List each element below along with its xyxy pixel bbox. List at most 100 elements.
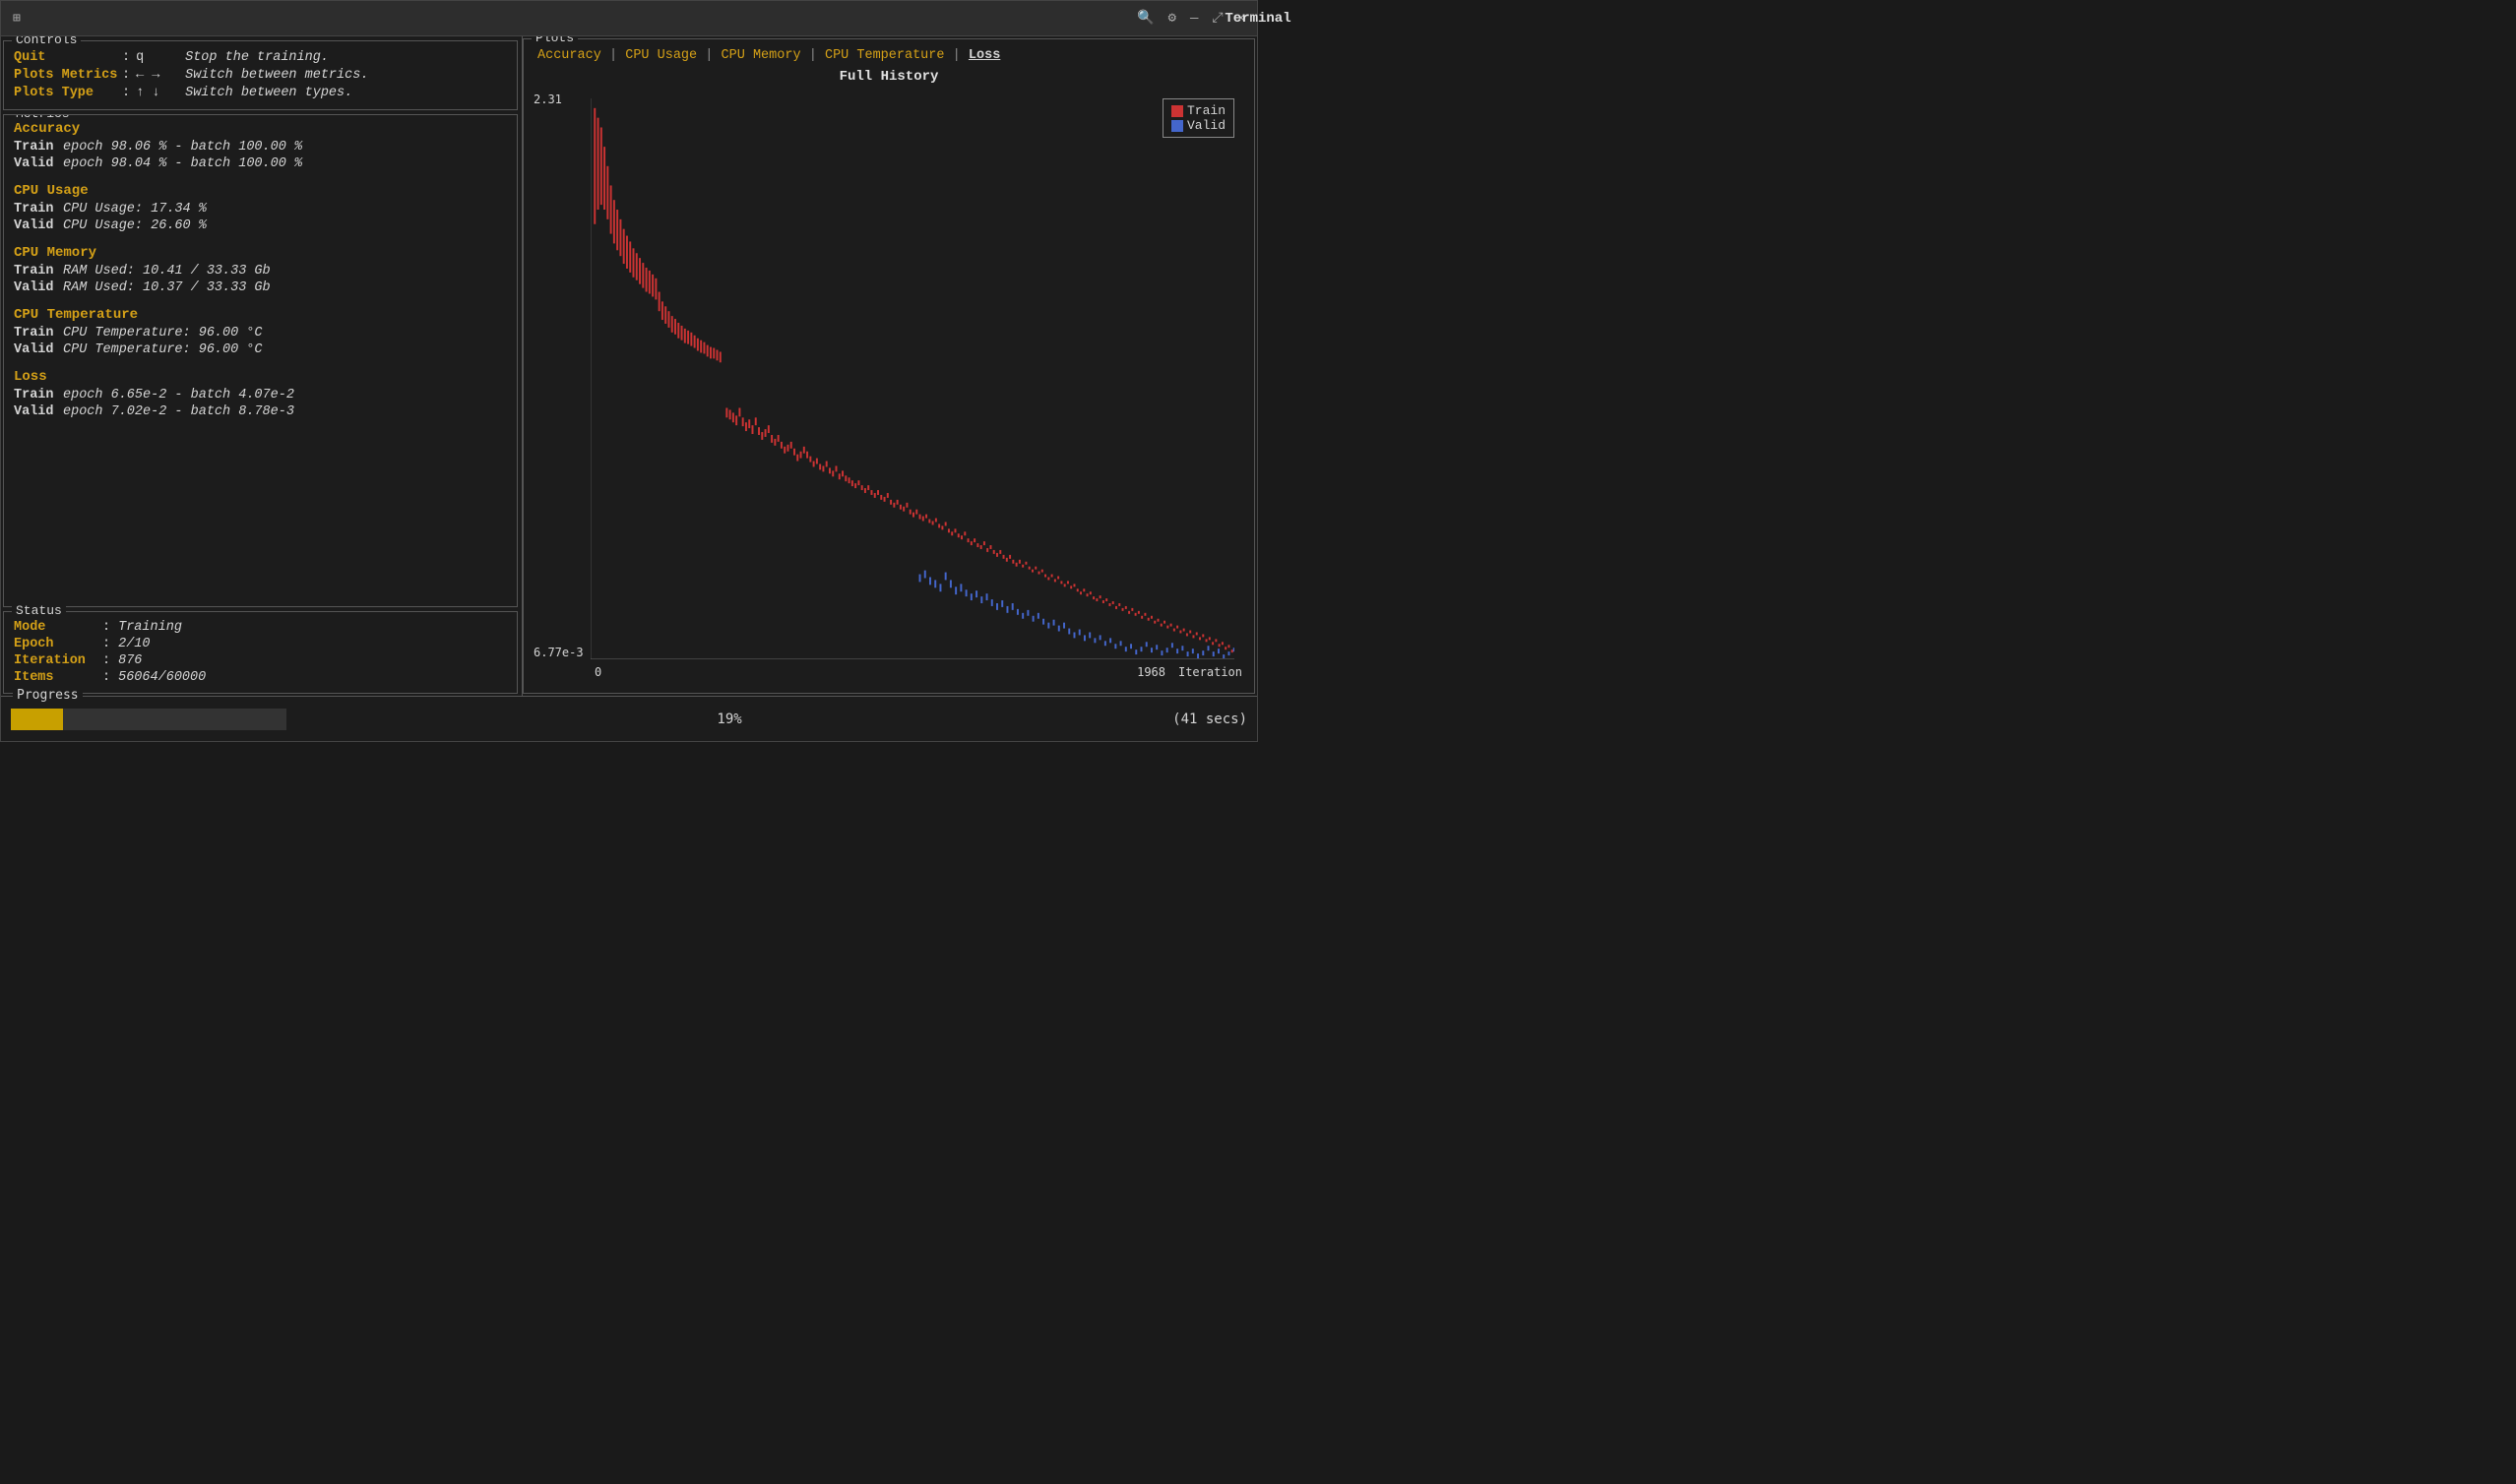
tab-cpu-memory[interactable]: CPU Memory <box>718 48 805 63</box>
loss-valid-value: epoch 7.02e-2 - batch 8.78e-3 <box>63 404 294 419</box>
metric-row-cpu-usage-train: Train CPU Usage: 17.34 % <box>14 202 507 216</box>
tab-cpu-usage[interactable]: CPU Usage <box>621 48 701 63</box>
legend-train-color <box>1171 105 1183 117</box>
status-row-epoch: Epoch : 2/10 <box>14 637 507 651</box>
legend-train-label: Train <box>1187 103 1226 118</box>
gear-icon[interactable]: ⚙ <box>1168 10 1176 27</box>
cpu-memory-train-value: RAM Used: 10.41 / 33.33 Gb <box>63 264 271 278</box>
y-axis-bottom: 6.77e-3 <box>534 646 584 659</box>
status-value-epoch: 2/10 <box>118 637 150 651</box>
x-axis-right: 1968 <box>1137 665 1165 679</box>
status-value-iteration: 876 <box>118 653 142 668</box>
metric-row-accuracy-train: Train epoch 98.06 % - batch 100.00 % <box>14 140 507 155</box>
metric-title-cpu-memory: CPU Memory <box>14 245 507 261</box>
chart-legend: Train Valid <box>1163 98 1234 138</box>
loss-chart <box>591 98 1234 659</box>
metric-row-cpu-temp-train: Train CPU Temperature: 96.00 °C <box>14 326 507 340</box>
chart-title: Full History <box>524 69 1254 85</box>
minimize-icon[interactable]: — <box>1190 11 1198 27</box>
metric-row-cpu-memory-valid: Valid RAM Used: 10.37 / 33.33 Gb <box>14 280 507 295</box>
loss-train-value: epoch 6.65e-2 - batch 4.07e-2 <box>63 388 294 402</box>
metric-group-cpu-temp: CPU Temperature Train CPU Temperature: 9… <box>14 307 507 357</box>
progress-bar-fill <box>11 709 63 730</box>
ctrl-desc-metrics: Switch between metrics. <box>185 68 368 83</box>
status-section: Status Mode : Training Epoch : 2/10 Iter… <box>3 611 518 694</box>
progress-bar-container <box>11 709 286 730</box>
cpu-temp-valid-value: CPU Temperature: 96.00 °C <box>63 342 263 357</box>
status-label: Status <box>12 603 66 618</box>
plots-box: Plots Accuracy | CPU Usage | CPU Memory … <box>523 38 1255 694</box>
metric-row-accuracy-valid: Valid epoch 98.04 % - batch 100.00 % <box>14 156 507 171</box>
ctrl-binding-type: ↑ ↓ <box>136 86 185 100</box>
ctrl-binding-quit: q <box>136 50 185 65</box>
plots-tabs: Accuracy | CPU Usage | CPU Memory | CPU … <box>524 39 1254 67</box>
accuracy-valid-value: epoch 98.04 % - batch 100.00 % <box>63 156 302 171</box>
status-row-items: Items : 56064/60000 <box>14 670 507 685</box>
metric-row-loss-valid: Valid epoch 7.02e-2 - batch 8.78e-3 <box>14 404 507 419</box>
progress-percent: 19% <box>306 711 1153 727</box>
tab-loss[interactable]: Loss <box>965 48 1004 63</box>
metric-row-cpu-usage-valid: Valid CPU Usage: 26.60 % <box>14 218 507 233</box>
progress-section: Progress 19% (41 secs) <box>1 696 1257 741</box>
cpu-temp-train-value: CPU Temperature: 96.00 °C <box>63 326 263 340</box>
controls-label: Controls <box>12 36 81 47</box>
cpu-usage-valid-value: CPU Usage: 26.60 % <box>63 218 207 233</box>
status-key-epoch: Epoch <box>14 637 102 651</box>
control-row-quit: Quit : q Stop the training. <box>14 50 507 65</box>
ctrl-key-quit: Quit <box>14 50 122 65</box>
metric-group-cpu-memory: CPU Memory Train RAM Used: 10.41 / 33.33… <box>14 245 507 295</box>
y-axis-top: 2.31 <box>534 93 562 106</box>
search-icon[interactable]: 🔍 <box>1137 10 1154 27</box>
metric-row-cpu-temp-valid: Valid CPU Temperature: 96.00 °C <box>14 342 507 357</box>
main-content: Controls Quit : q Stop the training. Plo… <box>1 36 1257 696</box>
metric-title-cpu-temp: CPU Temperature <box>14 307 507 323</box>
right-panel: Plots Accuracy | CPU Usage | CPU Memory … <box>523 36 1257 696</box>
tab-accuracy[interactable]: Accuracy <box>534 48 605 63</box>
legend-train: Train <box>1171 103 1226 118</box>
progress-time: (41 secs) <box>1172 711 1247 727</box>
legend-valid-label: Valid <box>1187 118 1226 133</box>
cpu-usage-train-value: CPU Usage: 17.34 % <box>63 202 207 216</box>
status-key-mode: Mode <box>14 620 102 635</box>
metric-row-cpu-memory-train: Train RAM Used: 10.41 / 33.33 Gb <box>14 264 507 278</box>
titlebar: ⊞ Terminal 🔍 ⚙ — ⤢ ✕ <box>1 1 1257 36</box>
legend-valid: Valid <box>1171 118 1226 133</box>
status-value-mode: Training <box>118 620 182 635</box>
chart-container: 2.31 6.77e-3 0 1968 Iteration <box>534 89 1244 683</box>
ctrl-desc-quit: Stop the training. <box>185 50 329 65</box>
control-row-type: Plots Type : ↑ ↓ Switch between types. <box>14 86 507 100</box>
accuracy-train-value: epoch 98.06 % - batch 100.00 % <box>63 140 302 155</box>
ctrl-desc-type: Switch between types. <box>185 86 352 100</box>
x-axis-iter-label: Iteration <box>1178 665 1242 679</box>
ctrl-key-type: Plots Type <box>14 86 122 100</box>
titlebar-left: ⊞ <box>13 11 21 26</box>
maximize-icon[interactable]: ⤢ <box>1212 11 1223 27</box>
tab-cpu-temperature[interactable]: CPU Temperature <box>821 48 949 63</box>
metric-title-cpu-usage: CPU Usage <box>14 183 507 199</box>
cpu-memory-valid-value: RAM Used: 10.37 / 33.33 Gb <box>63 280 271 295</box>
status-key-items: Items <box>14 670 102 685</box>
status-value-items: 56064/60000 <box>118 670 206 685</box>
metric-group-loss: Loss Train epoch 6.65e-2 - batch 4.07e-2… <box>14 369 507 419</box>
status-row-mode: Mode : Training <box>14 620 507 635</box>
metric-row-loss-train: Train epoch 6.65e-2 - batch 4.07e-2 <box>14 388 507 402</box>
ctrl-binding-metrics: ← → <box>136 68 185 83</box>
grid-icon: ⊞ <box>13 11 21 26</box>
metrics-section: Metrics Accuracy Train epoch 98.06 % - b… <box>3 114 518 607</box>
metric-group-accuracy: Accuracy Train epoch 98.06 % - batch 100… <box>14 121 507 171</box>
status-key-iteration: Iteration <box>14 653 102 668</box>
status-row-iteration: Iteration : 876 <box>14 653 507 668</box>
plots-section-label: Plots <box>532 36 578 45</box>
metrics-label: Metrics <box>12 114 74 121</box>
x-axis-left: 0 <box>595 665 601 679</box>
progress-label: Progress <box>13 688 83 703</box>
legend-valid-color <box>1171 120 1183 132</box>
metric-title-loss: Loss <box>14 369 507 385</box>
control-row-metrics: Plots Metrics : ← → Switch between metri… <box>14 68 507 83</box>
controls-section: Controls Quit : q Stop the training. Plo… <box>3 40 518 110</box>
metric-group-cpu-usage: CPU Usage Train CPU Usage: 17.34 % Valid… <box>14 183 507 233</box>
window-title: Terminal <box>1225 11 1290 27</box>
ctrl-key-metrics: Plots Metrics <box>14 68 122 83</box>
left-panel: Controls Quit : q Stop the training. Plo… <box>1 36 523 696</box>
metric-title-accuracy: Accuracy <box>14 121 507 137</box>
